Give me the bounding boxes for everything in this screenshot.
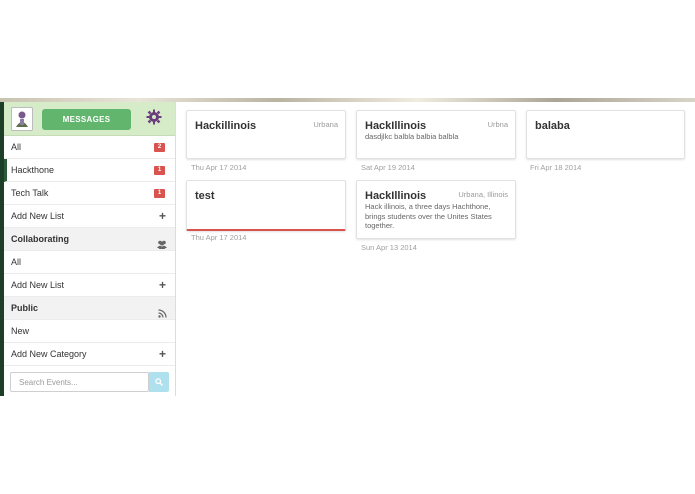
count-badge: 1 — [154, 166, 165, 175]
count-badge: 2 — [154, 143, 165, 152]
gear-icon[interactable] — [146, 109, 162, 125]
add-new-collab-list-button[interactable]: Add New List + — [4, 274, 175, 297]
sidebar-header: MESSAGES — [4, 102, 175, 136]
event-date: Thu Apr 17 2014 — [191, 163, 247, 172]
event-card[interactable]: Hackillinois Urbana — [186, 110, 346, 159]
public-item-new[interactable]: New — [4, 320, 175, 343]
list-item-label: Hackthone — [11, 165, 55, 175]
event-title: HackIllinois — [365, 190, 427, 202]
event-title: balaba — [535, 120, 570, 132]
event-title: HackIllinois — [365, 120, 427, 132]
list-item-all[interactable]: All 2 — [4, 136, 175, 159]
search-button[interactable] — [149, 372, 169, 392]
search-icon — [155, 378, 163, 386]
event-location: Urbana — [313, 120, 338, 129]
add-new-category-label: Add New Category — [11, 349, 87, 359]
collaborating-item-all[interactable]: All — [4, 251, 175, 274]
event-description: Hack illinois, a three days Hachthone, b… — [365, 202, 492, 230]
section-title: Collaborating — [11, 234, 69, 244]
plus-icon: + — [158, 209, 166, 223]
section-title: Public — [11, 303, 39, 313]
event-card[interactable]: HackIllinois Urbna dasdjlkc balbla balbi… — [356, 110, 516, 159]
list-item-hackthone[interactable]: Hackthone 1 — [4, 159, 175, 182]
event-description: dasdjlkc balbla balbia balbla — [365, 132, 459, 141]
event-title: test — [195, 190, 215, 202]
search-input[interactable] — [10, 372, 149, 392]
sidebar: MESSAGES All 2 Hackthone 1 Tech Talk 1 A… — [4, 102, 176, 396]
add-new-list-label: Add New List — [11, 280, 65, 290]
event-date: Fri Apr 18 2014 — [530, 163, 582, 172]
user-avatar-icon — [16, 111, 28, 127]
list-item-label: Tech Talk — [11, 188, 49, 198]
event-card[interactable]: HackIllinois Urbana, Illinois Hack illin… — [356, 180, 516, 239]
messages-button[interactable]: MESSAGES — [42, 109, 131, 130]
list-item-tech-talk[interactable]: Tech Talk 1 — [4, 182, 175, 205]
event-date: Sat Apr 19 2014 — [361, 163, 415, 172]
list-item-label: All — [11, 142, 22, 152]
event-title: Hackillinois — [195, 120, 257, 132]
event-location: Urbana, Illinois — [458, 190, 508, 199]
event-card[interactable]: balaba — [526, 110, 685, 159]
list-item-label: All — [11, 257, 22, 267]
plus-icon: + — [158, 347, 166, 361]
event-location: Urbna — [487, 120, 508, 129]
count-badge: 1 — [154, 189, 165, 198]
list-item-label: New — [11, 326, 30, 336]
add-new-list-label: Add New List — [11, 211, 65, 221]
event-date: Thu Apr 17 2014 — [191, 233, 247, 242]
add-new-category-button[interactable]: Add New Category + — [4, 343, 175, 366]
plus-icon: + — [158, 278, 166, 292]
section-header-public: Public — [4, 297, 175, 320]
event-card[interactable]: test — [186, 180, 346, 231]
event-date: Sun Apr 13 2014 — [361, 243, 417, 252]
section-header-collaborating: Collaborating — [4, 228, 175, 251]
app-window: MESSAGES All 2 Hackthone 1 Tech Talk 1 A… — [0, 98, 695, 396]
add-new-list-button[interactable]: Add New List + — [4, 205, 175, 228]
search-box — [10, 372, 170, 392]
avatar[interactable] — [11, 107, 33, 131]
